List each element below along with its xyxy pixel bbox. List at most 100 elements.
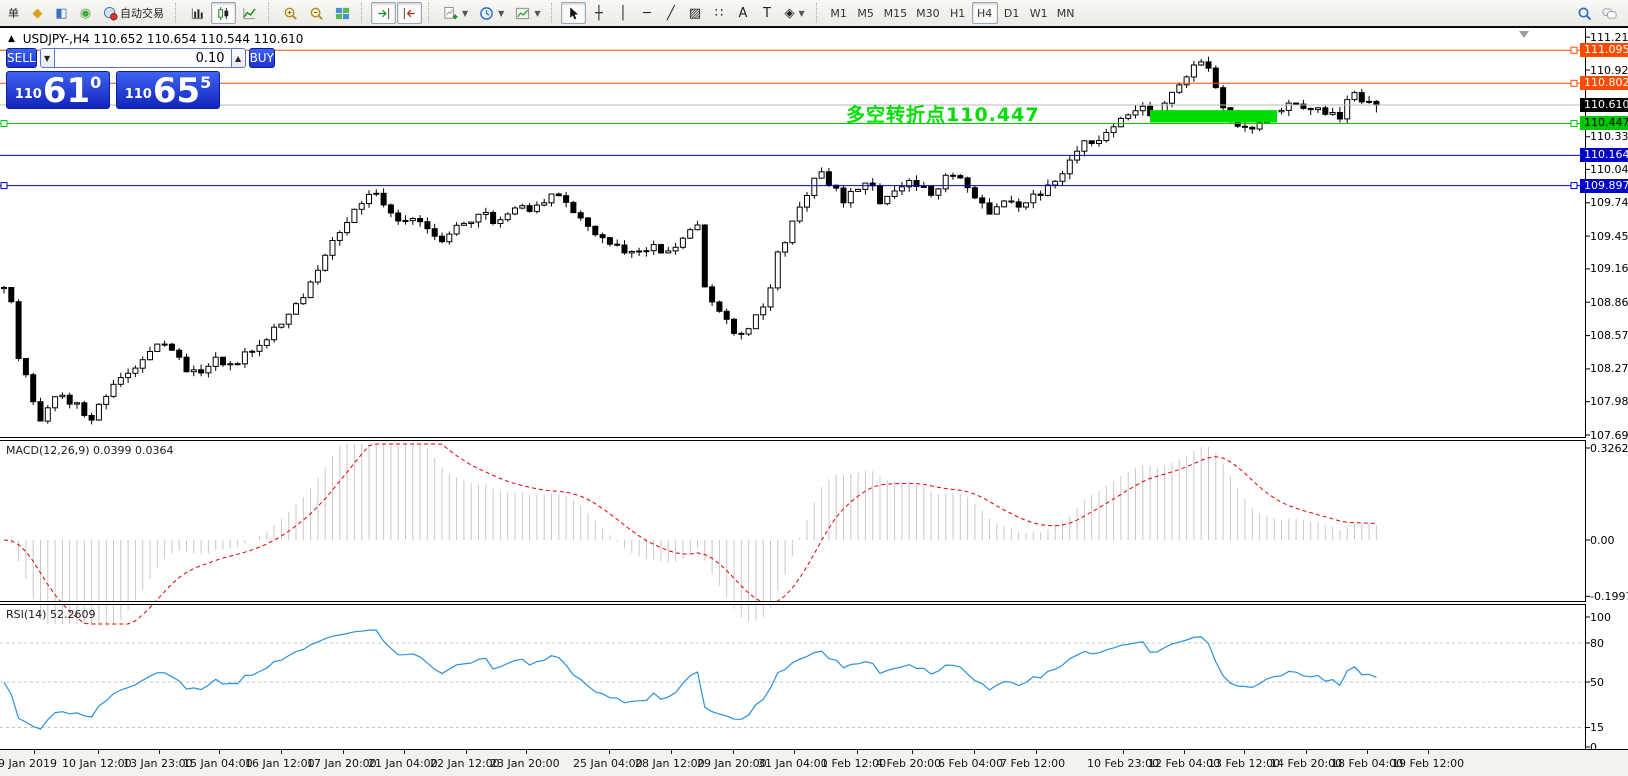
price-badge-green: 110.447	[1580, 116, 1628, 130]
zoom-in-button[interactable]	[278, 2, 303, 24]
cursor-tool-button[interactable]	[561, 2, 586, 24]
sell-price-box[interactable]: 110 61 0	[6, 71, 110, 109]
macd-tick-label: 0.00	[1590, 534, 1615, 547]
zoom-out-button[interactable]	[304, 2, 329, 24]
fibonacci-tool-icon: ∷	[715, 7, 723, 20]
sell-button[interactable]: SELL	[6, 48, 37, 68]
trendline-tool-button[interactable]: ╱	[659, 2, 682, 24]
navigator-button[interactable]: ◉	[74, 2, 97, 24]
equidistant-channel-tool-button[interactable]: ▨	[683, 2, 706, 24]
time-tick	[609, 750, 610, 754]
chart-window[interactable]: ▲ USDJPY-,H4 110.652 110.654 110.544 110…	[0, 28, 1628, 776]
autotrade-icon	[103, 6, 118, 21]
rsi-tick-label: 80	[1590, 637, 1604, 650]
auto-scroll-button[interactable]	[371, 2, 396, 24]
chat-button[interactable]	[1597, 2, 1622, 24]
timeframe-mn-button[interactable]: MN	[1053, 2, 1079, 24]
collapse-trade-panel-icon[interactable]: ▲	[8, 34, 15, 44]
candlestick-chart-icon	[216, 6, 231, 21]
symbol-label: USDJPY-,H4	[23, 32, 90, 46]
templates-button[interactable]: ▼	[510, 2, 545, 24]
time-tick	[912, 750, 913, 754]
timeframe-d1-button[interactable]: D1	[999, 2, 1025, 24]
price-tick-label: 108.865	[1590, 296, 1628, 309]
crosshair-tool-icon: ┼	[595, 7, 603, 20]
horizontal-line-tool-button[interactable]: ─	[635, 2, 658, 24]
time-label: 21 Jan 04:00	[368, 757, 438, 770]
right-shift-marker[interactable]	[1519, 31, 1529, 38]
buy-button[interactable]: BUY	[249, 48, 275, 68]
price-badge-blue: 109.897	[1580, 179, 1628, 193]
sell-price-point: 0	[90, 73, 101, 92]
candlestick-chart-button[interactable]	[211, 2, 236, 24]
equidistant-channel-tool-icon: ▨	[689, 7, 701, 20]
autotrade-button[interactable]: 自动交易	[98, 2, 169, 24]
trendline-tool-icon: ╱	[667, 7, 675, 20]
time-tick	[1306, 750, 1307, 754]
bar-chart-button[interactable]	[185, 2, 210, 24]
buy-price-point: 5	[200, 73, 211, 92]
macd-tick-label: -0.1997	[1590, 590, 1628, 603]
label-tool-button[interactable]: T	[755, 2, 778, 24]
timeframe-w1-button[interactable]: W1	[1026, 2, 1052, 24]
timeframe-m15-button[interactable]: M15	[880, 2, 912, 24]
fibonacci-tool-button[interactable]: ∷	[707, 2, 730, 24]
vertical-line-tool-icon: │	[619, 7, 627, 20]
toolbar-separator	[428, 3, 434, 23]
chart-shift-button[interactable]	[397, 2, 422, 24]
periods-button[interactable]: ▼	[474, 2, 509, 24]
timeframes-group: M1M5M15M30H1H4D1W1MN	[826, 2, 1079, 24]
pivot-annotation-text[interactable]: 多空转折点110.447	[846, 100, 1040, 127]
macd-panel-divider[interactable]	[0, 437, 1586, 441]
time-label: 28 Jan 12:00	[635, 757, 705, 770]
crosshair-tool-button[interactable]: ┼	[587, 2, 610, 24]
zoom-out-icon	[309, 6, 324, 21]
indicators-button[interactable]: ▼	[438, 2, 473, 24]
time-tick	[1367, 750, 1368, 754]
rsi-tick-label: 50	[1590, 676, 1604, 689]
chevron-down-icon: ▼	[798, 9, 804, 18]
data-window-icon: ◧	[55, 7, 67, 20]
auto-scroll-icon	[376, 6, 391, 21]
price-chart-canvas[interactable]	[0, 28, 1628, 749]
line-chart-button[interactable]	[237, 2, 262, 24]
arrows-tool-icon: ◈	[784, 7, 794, 20]
price-tick-label: 109.450	[1590, 230, 1628, 243]
volume-input[interactable]	[55, 48, 231, 68]
time-tick	[281, 750, 282, 754]
time-tick	[526, 750, 527, 754]
timeframe-m5-button[interactable]: M5	[853, 2, 879, 24]
buy-price-box[interactable]: 110 65 5	[116, 71, 220, 109]
data-window-button[interactable]: ◧	[50, 2, 73, 24]
vertical-line-tool-button[interactable]: │	[611, 2, 634, 24]
volume-decrease-button[interactable]: ▼	[40, 48, 55, 68]
search-button[interactable]	[1572, 2, 1597, 24]
toolbar-right-group	[1572, 2, 1622, 24]
time-tick	[34, 750, 35, 754]
time-label: 15 Jan 04:00	[183, 757, 253, 770]
rsi-tick-label: 15	[1590, 721, 1604, 734]
time-tick	[1428, 750, 1429, 754]
label-tool-icon: T	[763, 7, 771, 20]
chat-icon	[1602, 6, 1617, 21]
timeframe-m30-button[interactable]: M30	[912, 2, 944, 24]
text-tool-button[interactable]: A	[731, 2, 754, 24]
timeframe-h4-button[interactable]: H4	[972, 2, 998, 24]
time-tick	[219, 750, 220, 754]
macd-indicator-label: MACD(12,26,9) 0.0399 0.0364	[6, 444, 174, 457]
arrows-tool-button[interactable]: ◈▼	[779, 2, 809, 24]
tile-windows-button[interactable]	[330, 2, 355, 24]
volume-stepper: ▼ ▲	[40, 48, 246, 68]
new-order-button[interactable]: 单	[2, 2, 25, 24]
text-tool-icon: A	[739, 7, 748, 20]
rsi-panel-divider[interactable]	[0, 601, 1586, 605]
rsi-tick-label: 100	[1590, 611, 1611, 624]
time-axis[interactable]: 9 Jan 201910 Jan 12:0013 Jan 23:0015 Jan…	[0, 749, 1628, 776]
drawing-tools-group: ┼│─╱▨∷AT◈▼	[587, 2, 809, 24]
market-watch-button[interactable]: ◆	[26, 2, 49, 24]
toolbar: 单 ◆ ◧ ◉ 自动交易 ▼ ▼ ▼ ┼│─╱▨∷AT◈▼ M1M5M15M30…	[0, 0, 1628, 28]
line-chart-icon	[242, 6, 257, 21]
volume-increase-button[interactable]: ▲	[231, 48, 246, 68]
timeframe-h1-button[interactable]: H1	[945, 2, 971, 24]
timeframe-m1-button[interactable]: M1	[826, 2, 852, 24]
